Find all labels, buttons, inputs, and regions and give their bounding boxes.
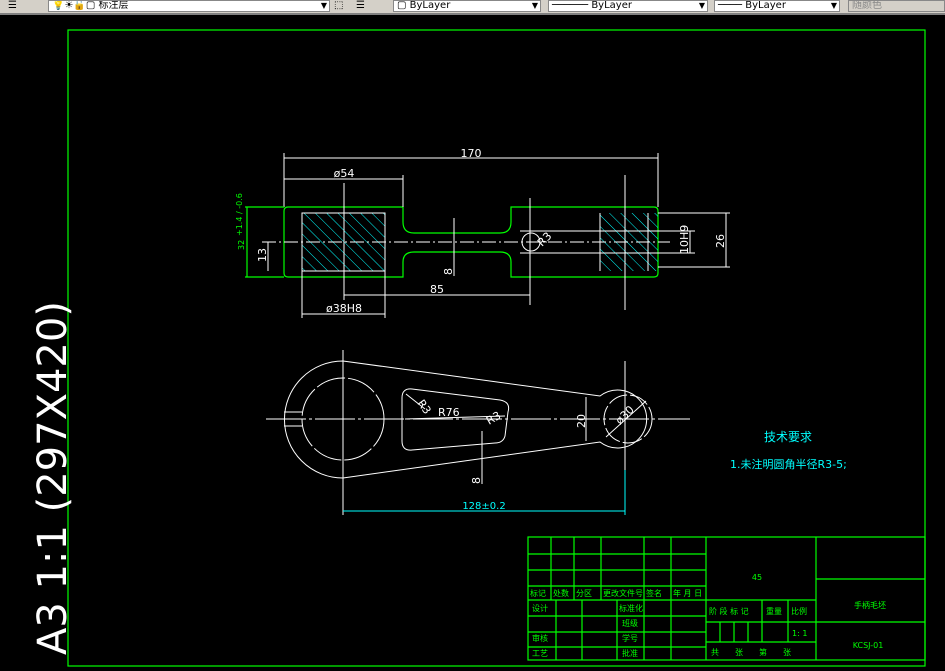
dim-26: 26	[714, 234, 727, 248]
layer-dropdown[interactable]: 💡☀🔓▢ 标注层 ▼	[48, 0, 330, 12]
dim-r3-left: R3	[415, 397, 434, 416]
lbl-review: 审核	[532, 633, 548, 643]
drawing-border	[67, 29, 926, 667]
lbl-approve: 批准	[622, 648, 638, 658]
part-name: 手柄毛坯	[854, 600, 886, 610]
dim-32: 32	[237, 240, 246, 250]
dim-20: 20	[575, 414, 588, 428]
dim-d54: ø54	[334, 167, 355, 180]
notes-item-1: 1.未注明圆角半径R3-5;	[730, 457, 847, 471]
chevron-down-icon: ▼	[320, 1, 327, 10]
color-dropdown[interactable]: ▢ ByLayer ▼	[393, 0, 541, 12]
layer-state-icons: 💡☀🔓▢	[52, 0, 99, 11]
hdr-mark: 标记	[530, 588, 546, 598]
plot-style-dropdown[interactable]: 随颜色	[848, 0, 945, 12]
dim-170: 170	[461, 147, 482, 160]
dim-d30: ø30	[613, 403, 637, 427]
dim-13: 13	[256, 248, 269, 262]
dim-r3: R3	[535, 230, 555, 250]
linetype-dropdown[interactable]: ────── ByLayer ▼	[548, 0, 708, 12]
top-view: R3 R76 R3 20 ø30 8 128±0.2	[266, 350, 690, 515]
lbl-student-no: 学号	[622, 633, 638, 643]
hdr-sign: 签名	[646, 588, 662, 598]
hdr-count: 处数	[553, 588, 569, 598]
scale-value: 1: 1	[792, 629, 807, 638]
toolbar: ☰ 💡☀🔓▢ 标注层 ▼ ⬚ ☰ ▢ ByLayer ▼ ────── ByLaye…	[0, 0, 945, 15]
hdr-zone: 分区	[576, 589, 592, 598]
notes-title: 技术要求	[764, 430, 812, 444]
dim-32-tolerance: +1.4 / -0.6	[235, 193, 244, 236]
dim-85: 85	[430, 283, 444, 296]
dim-d38h8: ø38H8	[326, 302, 362, 315]
lbl-scale: 比例	[791, 606, 807, 616]
lbl-stage: 阶 段 标 记	[709, 606, 749, 616]
layer-manager-icon[interactable]: ☰	[8, 0, 17, 11]
chevron-down-icon: ▼	[531, 1, 538, 10]
hdr-doc: 更改文件号	[603, 588, 643, 598]
chevron-down-icon: ▼	[698, 1, 705, 10]
dim-r76: R76	[438, 406, 460, 419]
lbl-process: 工艺	[532, 649, 548, 658]
layer-previous-icon[interactable]: ☰	[356, 0, 365, 11]
dim-10h9: 10H9	[678, 225, 691, 254]
plot-style-value: 随颜色	[852, 0, 882, 11]
hdr-date: 年 月 日	[673, 588, 702, 598]
lbl-class: 班级	[622, 618, 638, 628]
front-section-view: 170 ø54 ø38H8 85 32 +1.4 / -0.6 13 8 R3 …	[235, 147, 730, 318]
sheet-format-label: A3 1:1 (297X420)	[30, 301, 76, 655]
dim-r3-right: R3	[484, 409, 503, 428]
lbl-standard: 标准化	[619, 603, 643, 613]
sheet-count: 共 张 第 张	[711, 647, 791, 657]
linetype-value: ByLayer	[591, 0, 632, 11]
drawing-number: KCSJ-01	[853, 641, 884, 650]
lbl-design: 设计	[532, 603, 548, 613]
material: 45	[752, 573, 762, 582]
dim-8-top: 8	[470, 477, 483, 484]
layer-name: 标注层	[98, 0, 129, 11]
make-current-icon[interactable]: ⬚	[334, 0, 343, 11]
color-value: ByLayer	[409, 0, 451, 11]
dim-128: 128±0.2	[462, 501, 505, 512]
lineweight-dropdown[interactable]: ──── ByLayer ▼	[714, 0, 840, 12]
chevron-down-icon: ▼	[830, 1, 837, 10]
drawing-canvas[interactable]: A3 1:1 (297X420) 170 ø54 ø38H8 85 32 +1.…	[0, 17, 945, 671]
lineweight-value: ByLayer	[745, 0, 786, 11]
dim-8: 8	[442, 268, 455, 275]
lbl-weight: 重量	[766, 606, 782, 616]
